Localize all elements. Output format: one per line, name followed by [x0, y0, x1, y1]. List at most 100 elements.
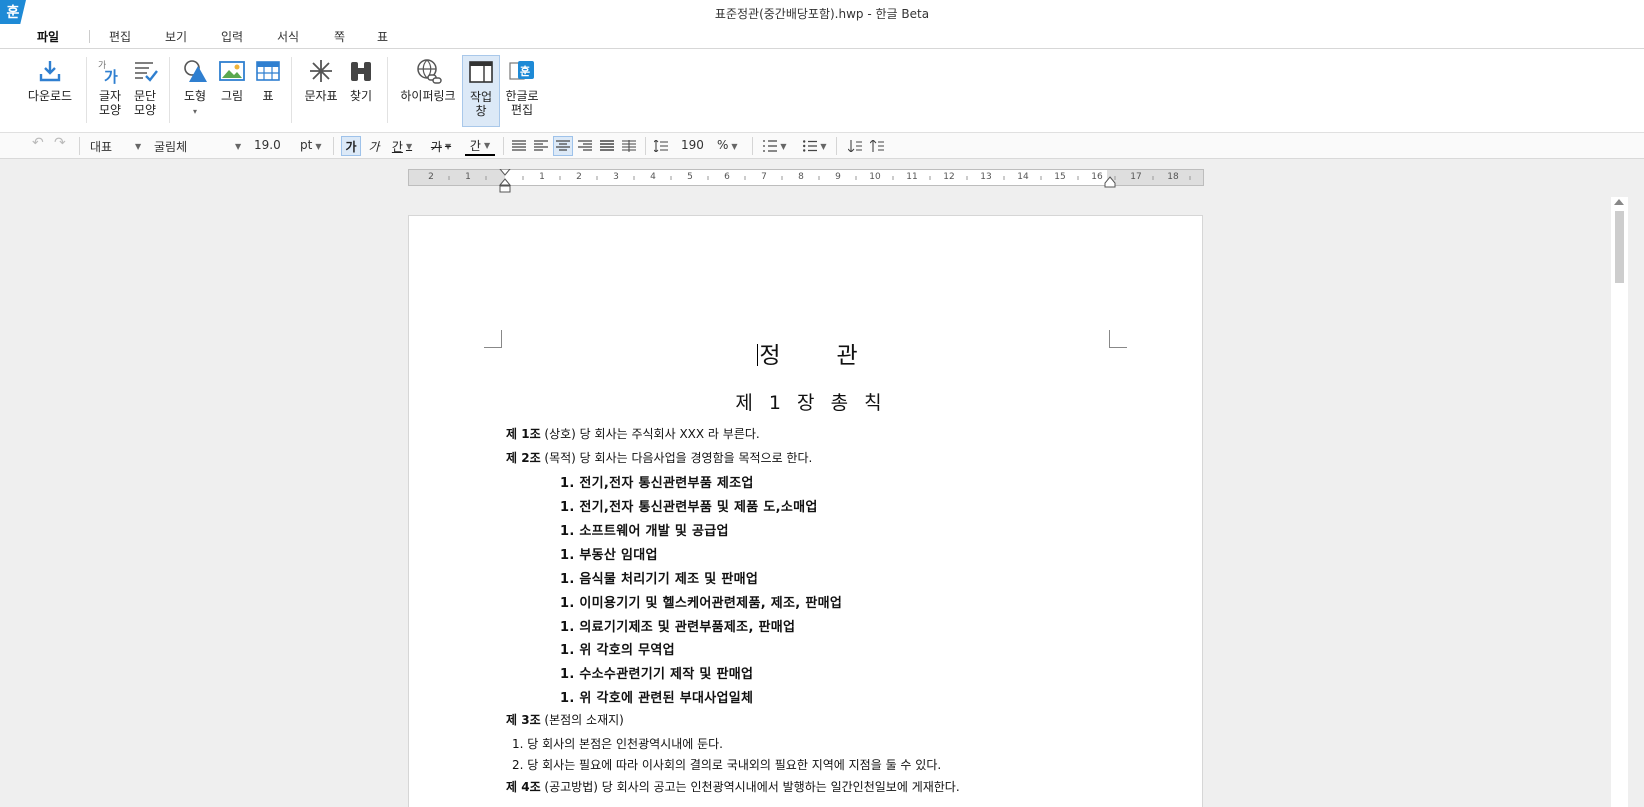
business-item[interactable]: 1. 부동산 임대업: [560, 544, 658, 563]
right-indent-marker[interactable]: [1102, 176, 1118, 188]
align-right-icon: [578, 140, 592, 151]
tab-page[interactable]: 쪽: [334, 28, 345, 45]
align-distribute-icon: [600, 140, 614, 151]
chapter-heading[interactable]: 제 1 장 총 칙: [506, 388, 1111, 415]
scroll-thumb[interactable]: [1615, 211, 1624, 283]
line-spacing-unit-select[interactable]: % ▼: [717, 138, 738, 152]
business-item[interactable]: 1. 위 각호에 관련된 부대사업일체: [560, 687, 753, 706]
shape-button[interactable]: 도형 ▾: [178, 57, 212, 119]
shape-icon: [184, 60, 207, 82]
font-color-button[interactable]: 간 ▼: [465, 136, 495, 156]
table-button[interactable]: 표: [251, 57, 285, 103]
download-icon: [39, 61, 61, 82]
line-spacing-unit-value: %: [717, 138, 729, 152]
article-3-heading: 제 3조: [506, 713, 541, 727]
tab-file[interactable]: 파일: [37, 28, 59, 45]
char-shape-label-1: 글자: [98, 89, 122, 103]
article-3-clause-1[interactable]: 1. 당 회사의 본점은 인천광역시내에 둔다.: [512, 735, 723, 752]
align-justify-button[interactable]: [509, 136, 529, 156]
numbered-list-icon: [763, 140, 778, 152]
ruler-ticks: [448, 176, 1191, 180]
business-item[interactable]: 1. 수소수관련기기 제작 및 판매업: [560, 663, 753, 682]
font-select[interactable]: 굴림체: [154, 138, 244, 155]
article-3[interactable]: 제 3조 (본점의 소재지): [506, 711, 624, 728]
align-right-button[interactable]: [575, 136, 595, 156]
tab-insert[interactable]: 입력: [221, 28, 243, 45]
tab-edit[interactable]: 편집: [109, 28, 131, 45]
business-item[interactable]: 1. 소프트웨어 개발 및 공급업: [560, 520, 729, 539]
article-3-clause-2[interactable]: 2. 당 회사는 필요에 따라 이사회의 결의로 국내외의 필요한 지역에 지점…: [512, 756, 941, 773]
document-page[interactable]: 정관 제 1 장 총 칙 제 1조 (상호) 당 회사는 주식회사 XXX 라 …: [408, 215, 1203, 807]
char-map-button[interactable]: 문자표: [301, 57, 341, 103]
find-button[interactable]: 찾기: [344, 57, 378, 103]
article-2[interactable]: 제 2조 (목적) 당 회사는 다음사업을 경영함을 목적으로 한다.: [506, 449, 812, 466]
unit-dropdown-icon[interactable]: ▼: [315, 142, 321, 151]
strikethrough-button[interactable]: 가 ▼: [426, 136, 456, 156]
numbering-button[interactable]: ▼: [761, 136, 789, 156]
picture-button[interactable]: 그림: [215, 57, 249, 103]
align-split-button[interactable]: [619, 136, 639, 156]
font-size-input[interactable]: 19.0: [254, 138, 281, 152]
underline-button[interactable]: 간 ▼: [387, 136, 417, 156]
line-spacing-dropdown-icon[interactable]: ▼: [731, 142, 737, 151]
toolbar-divider: [79, 137, 80, 155]
menu-divider: [89, 30, 90, 43]
business-item[interactable]: 1. 의료기기제조 및 관련부품제조, 판매업: [560, 616, 795, 635]
ribbon: 다운로드 가 가 글자 모양 문단 모양 도형 ▾ 그림 표 문자표 찾기 하이…: [0, 49, 1644, 133]
tab-format[interactable]: 서식: [277, 28, 299, 45]
scroll-up-icon[interactable]: [1614, 199, 1624, 205]
hangul-edit-icon: 훈: [509, 61, 534, 80]
article-2-heading: 제 2조: [506, 451, 541, 465]
style-dropdown-icon[interactable]: ▼: [132, 138, 141, 152]
bullets-button[interactable]: ▼: [801, 136, 829, 156]
align-distribute-button[interactable]: [597, 136, 617, 156]
document-title[interactable]: 정관: [506, 336, 1111, 370]
underline-icon: 간: [391, 139, 403, 154]
para-shape-button[interactable]: 문단 모양: [128, 57, 162, 117]
article-3-text: (본점의 소재지): [540, 713, 624, 727]
undo-icon[interactable]: ↶: [32, 135, 44, 151]
svg-text:가: 가: [104, 68, 118, 85]
bold-icon: 가: [345, 139, 357, 154]
para-shape-icon: [135, 62, 158, 82]
decrease-indent-button[interactable]: [845, 136, 865, 156]
business-item[interactable]: 1. 음식물 처리기기 제조 및 판매업: [560, 568, 758, 587]
business-item[interactable]: 1. 위 각호의 무역업: [560, 639, 675, 658]
window-title: 표준정관(중간배당포함).hwp - 한글 Beta: [714, 7, 930, 21]
business-item[interactable]: 1. 전기,전자 통신관련부품 제조업: [560, 472, 754, 491]
article-1[interactable]: 제 1조 (상호) 당 회사는 주식회사 XXX 라 부른다.: [506, 425, 760, 442]
document-title-part-1: 정: [759, 343, 783, 369]
task-pane-label-2: 창: [475, 104, 487, 118]
download-button[interactable]: 다운로드: [24, 57, 76, 103]
align-left-button[interactable]: [531, 136, 551, 156]
font-unit-select[interactable]: pt ▼: [300, 138, 321, 152]
article-4[interactable]: 제 4조 (공고방법) 당 회사의 공고는 인천광역시내에서 발행하는 일간인천…: [506, 778, 960, 795]
decrease-indent-icon: [848, 140, 862, 152]
left-indent-marker[interactable]: [497, 169, 513, 199]
line-spacing-button[interactable]: [651, 136, 671, 156]
app-logo[interactable]: 훈: [0, 0, 26, 24]
horizontal-ruler[interactable]: 2 1 1 2 3 4 5 6 7 8 9 10 11 12 13 14 15 …: [408, 169, 1204, 193]
line-spacing-input[interactable]: 190: [681, 138, 704, 152]
vertical-scrollbar[interactable]: [1611, 197, 1628, 807]
char-shape-button[interactable]: 가 가 글자 모양: [93, 57, 127, 117]
increase-indent-icon: [870, 140, 884, 152]
shape-dropdown-icon[interactable]: ▾: [193, 107, 197, 116]
align-center-button[interactable]: [553, 136, 573, 156]
edit-in-hangul-button[interactable]: 훈 한글로 편집: [502, 57, 542, 117]
bold-button[interactable]: 가: [341, 136, 361, 156]
font-dropdown-icon[interactable]: ▼: [232, 138, 241, 152]
char-map-icon: [310, 60, 332, 82]
italic-button[interactable]: 가: [364, 136, 384, 156]
font-size-value: 19.0: [254, 138, 281, 152]
business-item[interactable]: 1. 이미용기기 및 헬스케어관련제품, 제조, 판매업: [560, 592, 842, 611]
redo-icon[interactable]: ↷: [54, 135, 66, 151]
tab-table[interactable]: 표: [377, 28, 388, 45]
increase-indent-button[interactable]: [867, 136, 887, 156]
task-pane-button[interactable]: 작업 창: [462, 55, 500, 127]
tab-view[interactable]: 보기: [165, 28, 187, 45]
business-item[interactable]: 1. 전기,전자 통신관련부품 및 제품 도,소매업: [560, 496, 818, 515]
align-left-icon: [534, 140, 548, 151]
hyperlink-button[interactable]: 하이퍼링크: [397, 57, 459, 103]
binoculars-icon: [351, 62, 371, 81]
